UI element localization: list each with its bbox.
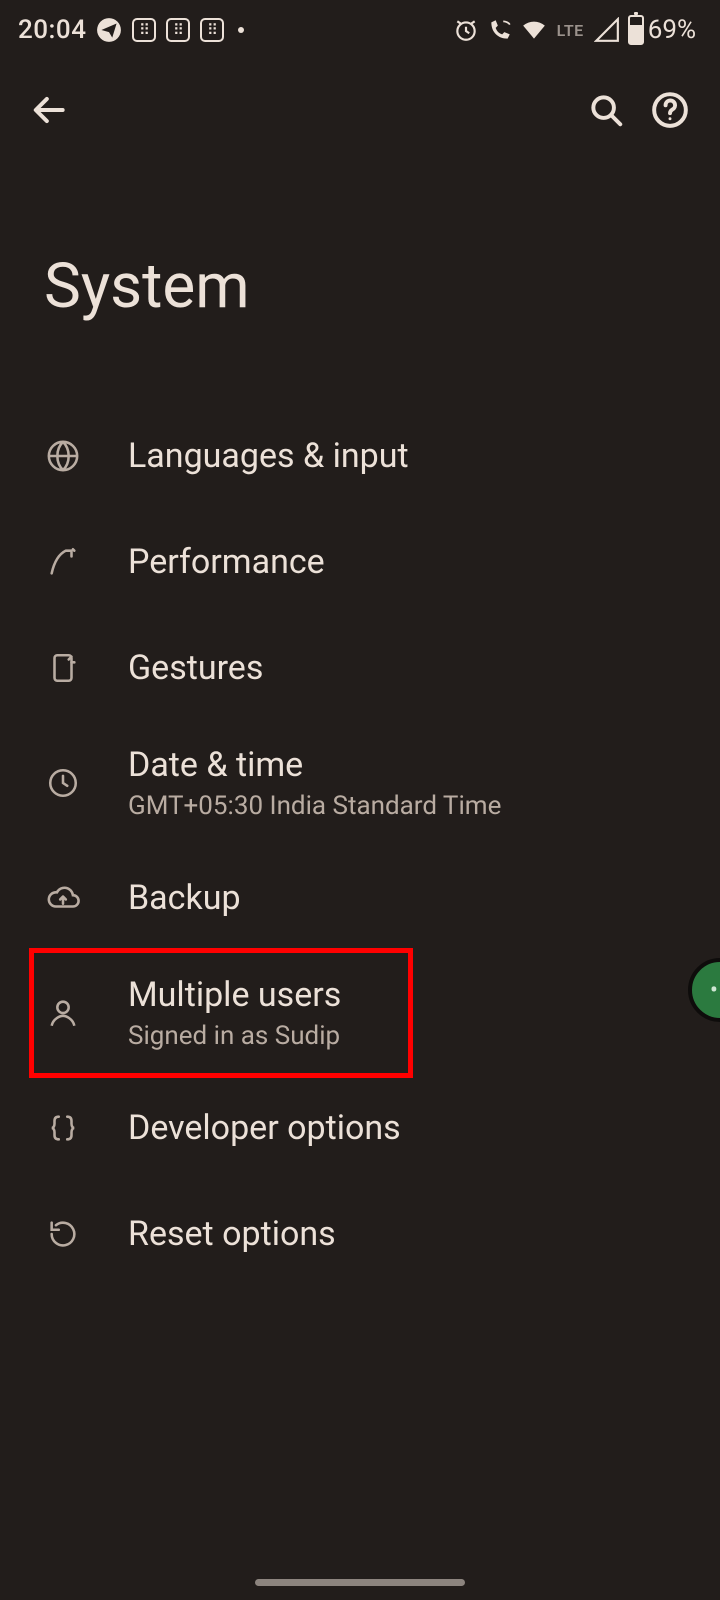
item-title: Multiple users [128,975,341,1015]
braces-icon [44,1109,82,1147]
help-button[interactable] [648,88,692,132]
item-performance[interactable]: Performance [0,509,720,615]
battery-percent: 69% [648,15,696,45]
item-subtitle: GMT+05:30 India Standard Time [128,791,501,821]
reset-icon [44,1215,82,1253]
performance-icon [44,543,82,581]
cloud-upload-icon [44,879,82,917]
signal-icon [594,17,620,43]
notification-icon [200,18,224,42]
gestures-icon [44,649,82,687]
clock-icon [44,764,82,802]
search-button[interactable] [584,88,628,132]
more-dots-icon: •• [710,976,720,1004]
toolbar [0,60,720,160]
more-notifications-icon [238,27,244,33]
item-title: Performance [128,542,325,582]
globe-icon [44,437,82,475]
alarm-icon [453,17,479,43]
item-title: Reset options [128,1214,336,1254]
settings-list: Languages & input Performance Gestures D… [0,403,720,1287]
item-gestures[interactable]: Gestures [0,615,720,721]
wifi-calling-icon [487,17,513,43]
wifi-icon [521,17,547,43]
item-backup[interactable]: Backup [0,845,720,951]
item-title: Gestures [128,648,263,688]
status-time: 20:04 [18,15,86,45]
search-icon [587,91,625,129]
battery-icon [628,15,644,45]
item-developer-options[interactable]: Developer options [0,1075,720,1181]
notification-icon [166,18,190,42]
telegram-icon [96,17,122,43]
status-bar: 20:04 LTE 69% [0,0,720,60]
page-title: System [0,160,720,403]
navigation-handle[interactable] [255,1579,465,1586]
item-subtitle: Signed in as Sudip [128,1021,341,1051]
arrow-left-icon [31,91,69,129]
item-title: Developer options [128,1108,401,1148]
back-button[interactable] [28,88,72,132]
battery-status: 69% [628,15,696,45]
item-title: Backup [128,878,241,918]
person-icon [44,994,82,1032]
status-right: LTE 69% [453,15,696,45]
help-icon [651,91,689,129]
item-multiple-users[interactable]: Multiple users Signed in as Sudip [32,951,410,1075]
item-reset-options[interactable]: Reset options [0,1181,720,1287]
status-left: 20:04 [18,15,244,45]
item-title: Date & time [128,745,501,785]
notification-icon [132,18,156,42]
item-date-time[interactable]: Date & time GMT+05:30 India Standard Tim… [0,721,720,845]
network-type-label: LTE [557,21,584,40]
item-languages-input[interactable]: Languages & input [0,403,720,509]
item-title: Languages & input [128,436,409,476]
